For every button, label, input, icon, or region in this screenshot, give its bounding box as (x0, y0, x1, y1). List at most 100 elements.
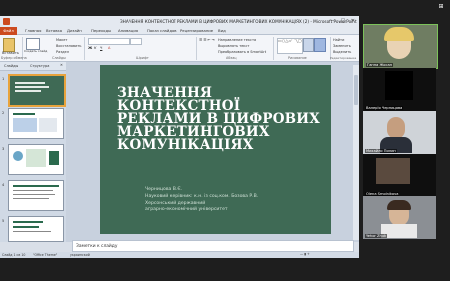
tab-review[interactable]: Рецензирование (180, 28, 213, 33)
thumb-line (13, 221, 43, 223)
section-button[interactable]: Раздел (56, 50, 69, 54)
ribbon-tabs: Главная Вставка Дизайн Переходы Анимация… (0, 27, 359, 35)
close-icon[interactable]: ✕ (349, 18, 357, 25)
group-label: Шрифт (136, 56, 149, 60)
ribbon: Вставить Создать слайд Макет Восстановит… (0, 35, 359, 62)
divider (84, 37, 85, 60)
underline-icon[interactable]: Ч (100, 46, 102, 50)
participant-video (384, 27, 414, 41)
thumb-image (13, 151, 23, 161)
participant-tile-1[interactable]: Ганна Жосан (363, 24, 438, 69)
app-icon (3, 18, 10, 25)
slide-thumbnail-2[interactable] (8, 108, 64, 139)
author-line: Черницова В.Є. (145, 187, 183, 192)
thumb-line (13, 194, 55, 195)
participant-name: Михайло Пилип (365, 149, 397, 153)
slide-thumbnail-1[interactable] (8, 74, 66, 107)
tab-view[interactable]: Вид (218, 28, 226, 33)
slide-number: 2 (2, 111, 5, 115)
theme-name: "Office Theme" (33, 253, 58, 257)
smartart-button[interactable]: Преобразовать в SmartArt (218, 50, 266, 54)
bullets-icon[interactable]: ☰ ☰ ⇤ ⇥ (199, 38, 214, 42)
slide-number: 5 (2, 219, 5, 223)
thumb-line (13, 113, 35, 115)
tab-design[interactable]: Дизайн (67, 28, 82, 33)
slide-canvas[interactable]: ЗНАЧЕННЯ КОНТЕКСТНОЇ РЕКЛАМИ В ЦИФРОВИХ … (100, 65, 331, 234)
scroll-thumb[interactable] (354, 75, 358, 105)
group-label: Рисование (288, 56, 307, 60)
font-color-icon[interactable]: A (108, 46, 110, 50)
slide-number: 3 (2, 147, 5, 151)
select-button[interactable]: Выделить (333, 50, 351, 54)
thumb-image (39, 118, 57, 132)
tab-file[interactable]: Файл (0, 27, 17, 35)
thumb-line (15, 90, 41, 92)
slide-number: 1 (2, 77, 5, 81)
thumb-image (49, 151, 59, 165)
shapes-gallery[interactable]: ▭○△▱⌒╲▢◇☆→↓↗ (277, 38, 303, 54)
participant-name: Валерія Черницова (365, 106, 404, 110)
tab-outline[interactable]: Структура (30, 64, 49, 68)
thumb-line (13, 190, 53, 191)
font-size-field[interactable] (130, 38, 142, 45)
font-name-field[interactable] (88, 38, 130, 45)
paste-button[interactable]: Вставить (2, 51, 19, 55)
paste-icon[interactable] (3, 38, 15, 52)
zoom-slider[interactable]: — ▮ + (300, 252, 310, 256)
thumb-line (13, 185, 59, 187)
thumb-line (15, 86, 49, 88)
bold-icon[interactable]: Ж (88, 46, 92, 50)
find-button[interactable]: Найти (333, 38, 344, 42)
thumb-line (13, 198, 49, 199)
participant-name: Ганна Жосан (366, 63, 394, 67)
slide-thumbnail-5[interactable] (8, 216, 64, 242)
participant-tile-2[interactable]: Валерія Черницова (363, 68, 436, 111)
tab-transitions[interactable]: Переходы (91, 28, 111, 33)
tab-slideshow[interactable]: Показ слайдов (147, 28, 177, 33)
text-direction-button[interactable]: Направление текста (218, 38, 256, 42)
language[interactable]: украинский (70, 253, 90, 257)
align-text-button[interactable]: Выровнять текст (218, 44, 249, 48)
participant-tile-4[interactable]: Olena Smolnikova (363, 154, 436, 197)
participant-video (376, 158, 410, 184)
layout-button[interactable]: Макет (56, 38, 67, 42)
participant-tile-3[interactable]: Михайло Пилип (363, 111, 436, 154)
participant-tile-5[interactable]: Yehor Zhuk (363, 196, 436, 239)
thumb-image (26, 149, 46, 167)
window-title: ЗНАЧЕННЯ КОНТЕКСТНОЇ РЕКЛАМИ В ЦИФРОВИХ … (120, 19, 357, 24)
thumb-line (15, 82, 45, 84)
participant-video (387, 117, 405, 139)
slide-thumbnail-4[interactable] (8, 180, 64, 211)
participant-name: Yehor Zhuk (365, 234, 388, 238)
slide-counter: Слайд 1 из 10 (2, 253, 26, 257)
tab-insert[interactable]: Вставка (46, 28, 62, 33)
italic-icon[interactable]: К (94, 46, 97, 50)
slide-number: 4 (2, 183, 5, 187)
thumb-line (13, 231, 51, 232)
group-label: Абзац (226, 56, 237, 60)
university-line-2: аграрно-економічний університет (145, 207, 228, 213)
arrange-icon[interactable] (303, 38, 314, 52)
group-label: Редактирование (330, 56, 357, 60)
reset-button[interactable]: Восстановить (56, 44, 81, 48)
title-bar: ЗНАЧЕННЯ КОНТЕКСТНОЇ РЕКЛАМИ В ЦИФРОВИХ … (0, 16, 359, 27)
tab-slides[interactable]: Слайды (4, 64, 18, 68)
slide-title[interactable]: ЗНАЧЕННЯ КОНТЕКСТНОЇ РЕКЛАМИ В ЦИФРОВИХ … (117, 86, 327, 152)
notes-placeholder: Заметки к слайду (76, 244, 118, 249)
tab-animation[interactable]: Анимация (118, 28, 138, 33)
participant-video (387, 200, 411, 210)
new-slide-button[interactable]: Создать слайд (24, 49, 47, 53)
replace-button[interactable]: Заменить (333, 44, 351, 48)
slide-subtitle[interactable]: Черницова В.Є. Науковий керівник: к.н. і… (145, 187, 258, 214)
tab-home[interactable]: Главная (25, 28, 41, 33)
notes-pane[interactable]: Заметки к слайду (72, 240, 354, 252)
slide-thumbnail-3[interactable] (8, 144, 64, 175)
tile-view-icon[interactable]: ⊞ (436, 3, 446, 11)
top-bar (0, 0, 450, 16)
supervisor-line: Науковий керівник: к.н. із соц.ком. Бозо… (145, 193, 259, 199)
quick-styles-icon[interactable] (314, 38, 326, 52)
maximize-icon[interactable]: □ (339, 18, 347, 25)
minimize-icon[interactable]: – (329, 18, 337, 25)
group-label: Буфер обмена (1, 56, 27, 60)
close-panel-icon[interactable]: ✕ (60, 63, 63, 67)
